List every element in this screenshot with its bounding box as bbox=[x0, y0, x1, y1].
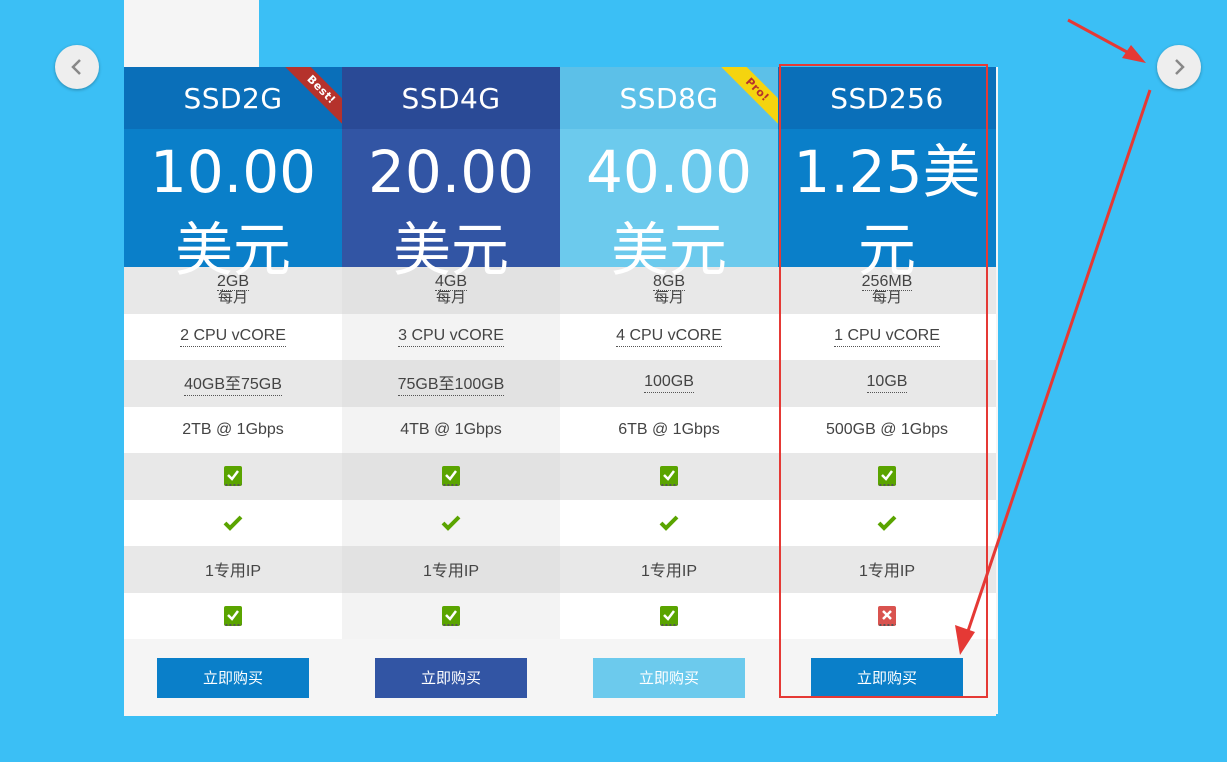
plan-header: SSD256 bbox=[778, 67, 996, 129]
buy-now-button[interactable]: 立即购买 bbox=[157, 657, 309, 698]
tab-top bbox=[124, 0, 259, 67]
ip-value: 1专用IP bbox=[422, 563, 480, 581]
check-icon bbox=[223, 515, 243, 531]
row-feature2 bbox=[124, 499, 342, 546]
disk-value: 10GB bbox=[866, 373, 908, 394]
disk-value: 40GB至75GB bbox=[184, 370, 282, 397]
row-bandwidth: 2TB @ 1Gbps bbox=[124, 406, 342, 453]
plan-footer: 立即购买 bbox=[778, 639, 996, 716]
buy-now-button[interactable]: 立即购买 bbox=[811, 657, 963, 698]
prev-slide-button[interactable] bbox=[55, 45, 99, 89]
plan-footer: 立即购买 bbox=[342, 639, 560, 716]
cpu-value: 4 CPU vCORE bbox=[616, 327, 722, 347]
pro-badge: Pro! bbox=[718, 67, 778, 129]
ip-value: 1专用IP bbox=[640, 563, 698, 581]
row-disk: 100GB bbox=[560, 360, 778, 407]
plan-column-ssd256: SSD256 1.25美元 256MB 每月 1 CPU vCORE 10GB … bbox=[778, 67, 996, 716]
period-label: 每月 bbox=[435, 289, 466, 307]
plan-name: SSD256 bbox=[830, 81, 944, 115]
plan-price: 1.25美元 bbox=[778, 129, 996, 284]
row-feature3 bbox=[342, 592, 560, 639]
row-cpu: 4 CPU vCORE bbox=[560, 313, 778, 360]
row-feature1 bbox=[124, 453, 342, 500]
row-cpu: 3 CPU vCORE bbox=[342, 313, 560, 360]
row-ip: 1专用IP bbox=[778, 546, 996, 593]
price-text: 40.00美元 bbox=[585, 138, 753, 284]
check-square-icon bbox=[224, 466, 242, 487]
row-bandwidth: 4TB @ 1Gbps bbox=[342, 406, 560, 453]
row-feature2 bbox=[342, 499, 560, 546]
check-square-icon bbox=[660, 605, 678, 626]
period-label: 每月 bbox=[217, 289, 248, 307]
check-square-icon bbox=[442, 466, 460, 487]
plan-price: 10.00美元 bbox=[124, 129, 342, 284]
row-disk: 10GB bbox=[778, 360, 996, 407]
row-disk: 40GB至75GB bbox=[124, 360, 342, 407]
plan-header: SSD8G Pro! bbox=[560, 67, 778, 129]
plan-column-ssd8g: SSD8G Pro! 40.00美元 8GB 每月 4 CPU vCORE 10… bbox=[560, 67, 778, 716]
bandwidth-value: 2TB @ 1Gbps bbox=[182, 420, 284, 438]
row-feature3 bbox=[778, 592, 996, 639]
ip-value: 1专用IP bbox=[204, 563, 262, 581]
plan-header: SSD4G bbox=[342, 67, 560, 129]
row-feature1 bbox=[342, 453, 560, 500]
annotation-arrow-top bbox=[1067, 18, 1139, 60]
buy-now-button[interactable]: 立即购买 bbox=[375, 657, 527, 698]
check-icon bbox=[441, 515, 461, 531]
plan-price: 20.00美元 bbox=[342, 129, 560, 284]
bandwidth-value: 500GB @ 1Gbps bbox=[825, 420, 949, 438]
check-square-icon bbox=[224, 605, 242, 626]
cpu-value: 2 CPU vCORE bbox=[180, 327, 286, 347]
disk-value: 100GB bbox=[644, 373, 694, 394]
row-cpu: 1 CPU vCORE bbox=[778, 313, 996, 360]
check-square-icon bbox=[660, 466, 678, 487]
plan-column-ssd2g: SSD2G Best! 10.00美元 2GB 每月 2 CPU vCORE 4… bbox=[124, 67, 342, 716]
row-feature1 bbox=[560, 453, 778, 500]
row-ip: 1专用IP bbox=[342, 546, 560, 593]
buy-now-button[interactable]: 立即购买 bbox=[593, 657, 745, 698]
period-label: 每月 bbox=[653, 289, 684, 307]
check-icon bbox=[877, 515, 897, 531]
row-ip: 1专用IP bbox=[560, 546, 778, 593]
row-feature3 bbox=[124, 592, 342, 639]
pricing-table: SSD2G Best! 10.00美元 2GB 每月 2 CPU vCORE 4… bbox=[124, 67, 998, 716]
plan-name: SSD4G bbox=[401, 81, 501, 115]
plan-footer: 立即购买 bbox=[124, 639, 342, 716]
cpu-value: 1 CPU vCORE bbox=[834, 327, 940, 347]
price-text: 20.00美元 bbox=[367, 138, 535, 284]
plan-header: SSD2G Best! bbox=[124, 67, 342, 129]
row-feature3 bbox=[560, 592, 778, 639]
bandwidth-value: 6TB @ 1Gbps bbox=[618, 420, 720, 438]
check-icon bbox=[659, 515, 679, 531]
row-feature2 bbox=[560, 499, 778, 546]
plan-name: SSD8G bbox=[619, 81, 719, 115]
check-square-icon bbox=[878, 466, 896, 487]
chevron-right-icon bbox=[1175, 59, 1185, 75]
period-label: 每月 bbox=[871, 289, 902, 307]
row-bandwidth: 500GB @ 1Gbps bbox=[778, 406, 996, 453]
row-feature1 bbox=[778, 453, 996, 500]
disk-value: 75GB至100GB bbox=[397, 370, 505, 397]
row-disk: 75GB至100GB bbox=[342, 360, 560, 407]
row-feature2 bbox=[778, 499, 996, 546]
annotation-arrowhead-top bbox=[1122, 45, 1146, 63]
price-text: 10.00美元 bbox=[149, 138, 317, 284]
row-cpu: 2 CPU vCORE bbox=[124, 313, 342, 360]
ip-value: 1专用IP bbox=[858, 563, 916, 581]
best-badge: Best! bbox=[282, 67, 342, 129]
bandwidth-value: 4TB @ 1Gbps bbox=[400, 420, 502, 438]
chevron-left-icon bbox=[71, 59, 81, 75]
plan-price: 40.00美元 bbox=[560, 129, 778, 284]
price-text: 1.25美元 bbox=[793, 138, 981, 284]
plan-footer: 立即购买 bbox=[560, 639, 778, 716]
row-ip: 1专用IP bbox=[124, 546, 342, 593]
cpu-value: 3 CPU vCORE bbox=[398, 327, 504, 347]
cross-square-icon bbox=[878, 605, 896, 626]
plan-name: SSD2G bbox=[183, 81, 283, 115]
plan-column-ssd4g: SSD4G 20.00美元 4GB 每月 3 CPU vCORE 75GB至10… bbox=[342, 67, 560, 716]
next-slide-button[interactable] bbox=[1157, 45, 1201, 89]
check-square-icon bbox=[442, 605, 460, 626]
row-bandwidth: 6TB @ 1Gbps bbox=[560, 406, 778, 453]
